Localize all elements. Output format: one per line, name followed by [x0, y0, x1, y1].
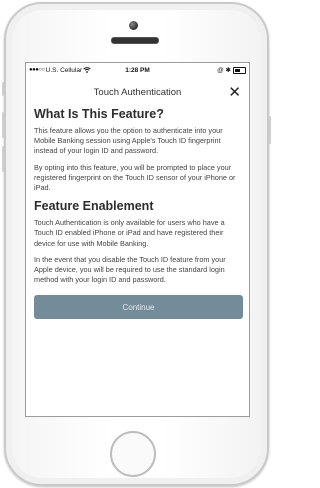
speaker-grille — [111, 37, 159, 44]
camera-icon — [129, 21, 138, 30]
volume-up-button — [2, 112, 4, 138]
continue-button[interactable]: Continue — [34, 295, 243, 320]
phone-screen: ●●●○○ U.S. Cellular 1:28 PM @ ✱ Touch Au… — [25, 62, 250, 417]
section-heading-enablement: Feature Enablement — [34, 199, 154, 214]
power-button — [269, 116, 271, 144]
dialog-header: Touch Authentication ✕ — [26, 77, 249, 107]
section-paragraph: Touch Authentication is only available f… — [34, 218, 225, 248]
close-icon[interactable]: ✕ — [228, 83, 241, 101]
section-paragraph: This feature allows you the option to au… — [34, 126, 223, 156]
dialog-title: Touch Authentication — [93, 86, 182, 98]
section-paragraph: By opting into this feature, you will be… — [34, 162, 236, 193]
dialog-content: What Is This Feature? This feature allow… — [26, 107, 249, 285]
status-time: 1:28 PM — [125, 66, 150, 74]
volume-down-button — [2, 146, 4, 172]
status-bar: ●●●○○ U.S. Cellular 1:28 PM @ ✱ — [26, 63, 249, 77]
home-button[interactable] — [110, 431, 156, 477]
section-heading-what: What Is This Feature? — [34, 107, 164, 121]
battery-icon — [233, 66, 246, 74]
section-paragraph: In the event that you disable the Touch … — [34, 254, 226, 285]
side-button — [2, 82, 4, 96]
